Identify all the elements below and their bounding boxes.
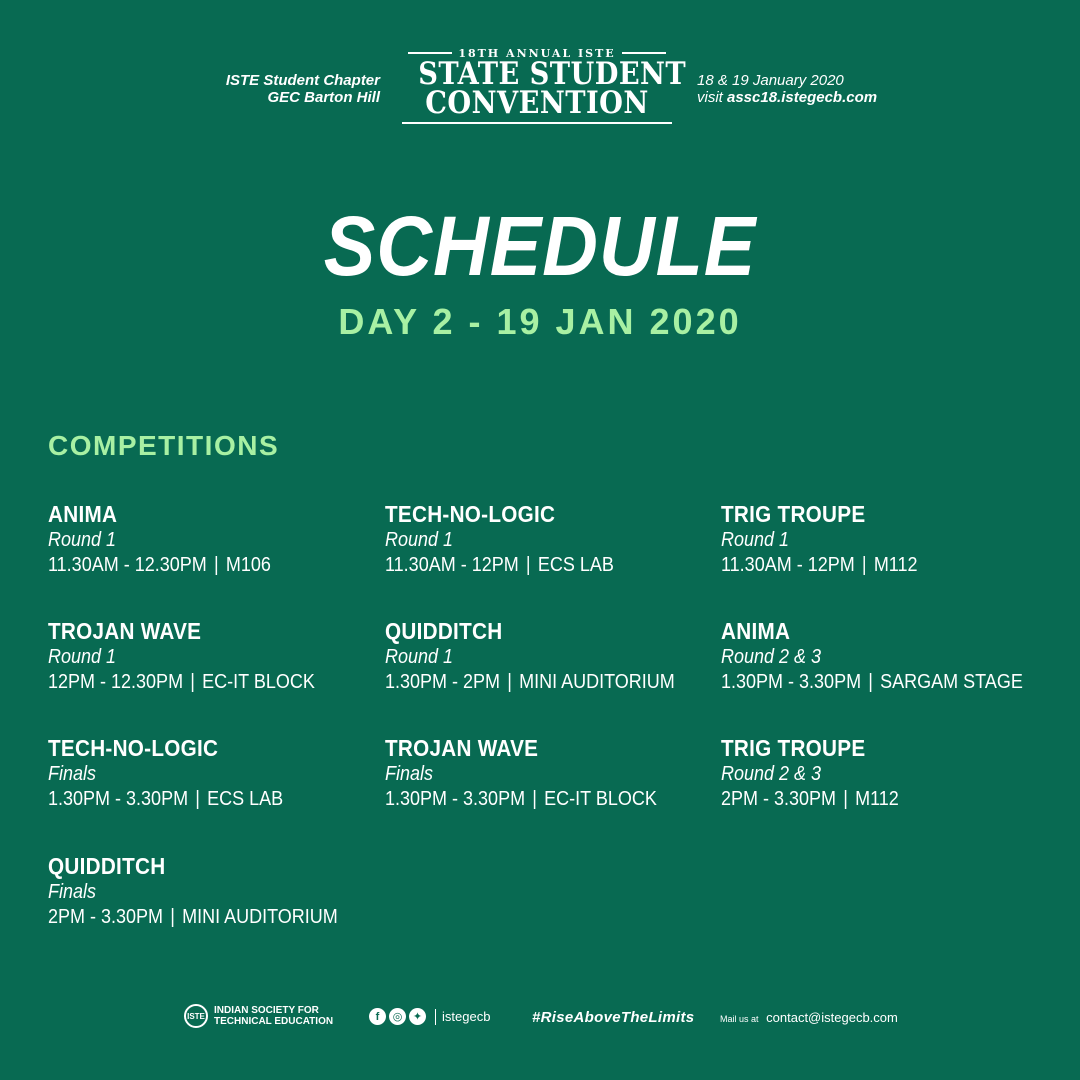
event-time: 1.30PM - 3.30PM	[48, 788, 189, 810]
org-name-line-2: TECHNICAL EDUCATION	[214, 1016, 334, 1027]
event-name: TRIG TROUPE	[721, 735, 866, 761]
event-round: Round 2 & 3	[721, 763, 822, 785]
separator: |	[195, 788, 200, 810]
event-time: 2PM - 3.30PM	[48, 906, 164, 928]
separator: |	[525, 554, 531, 576]
event-item: TECH-NO-LOGIC Finals 1.30PM - 3.30PM | ECS…	[48, 734, 368, 812]
event-round: Round 2 & 3	[721, 646, 822, 668]
event-name: ANIMA	[48, 501, 118, 527]
event-name: QUIDDITCH	[385, 618, 503, 644]
event-name: TRIG TROUPE	[721, 501, 866, 527]
event-round: Round 1	[48, 646, 117, 668]
event-round: Round 1	[48, 529, 117, 551]
separator: |	[843, 788, 848, 810]
divider	[435, 1008, 436, 1025]
day-subtitle: DAY 2 - 19 JAN 2020	[338, 301, 742, 342]
section-heading: COMPETITIONS	[48, 430, 280, 461]
event-name: TROJAN WAVE	[385, 735, 539, 761]
page-title: SCHEDULE	[323, 199, 757, 293]
event-time: 12PM - 12.30PM	[48, 671, 184, 693]
event-time: 11.30AM - 12.30PM	[48, 554, 207, 576]
event-dates: 18 & 19 January 2020	[697, 72, 844, 89]
event-item: TROJAN WAVE Finals 1.30PM - 3.30PM | EC-IT…	[385, 734, 705, 812]
event-venue: MINI AUDITORIUM	[519, 671, 675, 693]
event-round: Round 1	[385, 529, 454, 551]
iste-org: ISTE INDIAN SOCIETY FOR TECHNICAL EDUCAT…	[184, 1004, 333, 1028]
event-venue: ECS LAB	[537, 554, 614, 576]
chapter-name: ISTE Student Chapter	[225, 72, 380, 89]
event-round: Finals	[48, 763, 97, 785]
separator: |	[868, 671, 873, 693]
logo-rule-left	[408, 52, 453, 54]
event-info: 18 & 19 January 2020 visit assc18.istege…	[697, 72, 997, 106]
event-item: TECH-NO-LOGIC Round 1 11.30AM - 12PM | ECS…	[385, 500, 705, 578]
event-name: TROJAN WAVE	[48, 618, 202, 644]
event-venue: M106	[225, 554, 271, 576]
event-item: QUIDDITCH Finals 2PM - 3.30PM | MINI AUDIT…	[48, 852, 368, 930]
iste-logo-icon: ISTE	[184, 1004, 208, 1028]
separator: |	[861, 554, 867, 576]
event-round: Round 1	[385, 646, 454, 668]
event-name: QUIDDITCH	[48, 853, 166, 879]
college-name: GEC Barton Hill	[267, 89, 380, 106]
facebook-icon[interactable]: f	[369, 1008, 386, 1025]
event-name: ANIMA	[721, 618, 791, 644]
logo-line-2: CONVENTION	[425, 85, 649, 121]
event-item: TRIG TROUPE Round 1 11.30AM - 12PM | M112	[721, 500, 1041, 578]
logo-rule-right	[621, 52, 666, 54]
event-time: 1.30PM - 3.30PM	[385, 788, 526, 810]
event-venue: ECS LAB	[207, 788, 284, 810]
event-venue: EC-IT BLOCK	[544, 788, 657, 810]
separator: |	[213, 554, 219, 576]
event-item: ANIMA Round 1 11.30AM - 12.30PM | M106	[48, 500, 368, 578]
social-handle[interactable]: istegecb	[442, 1009, 490, 1024]
chapter-info: ISTE Student Chapter GEC Barton Hill	[120, 72, 380, 106]
event-venue: M112	[855, 788, 899, 810]
contact-mail: Mail us at contact@istegecb.com	[720, 1010, 898, 1025]
event-item: QUIDDITCH Round 1 1.30PM - 2PM | MINI AUDI…	[385, 617, 705, 695]
mail-address[interactable]: contact@istegecb.com	[766, 1010, 898, 1025]
mail-label: Mail us at	[720, 1014, 759, 1024]
website-link[interactable]: assc18.istegecb.com	[727, 89, 877, 106]
event-round: Finals	[48, 881, 97, 903]
event-round: Finals	[385, 763, 434, 785]
separator: |	[507, 671, 512, 693]
event-venue: SARGAM STAGE	[880, 671, 1023, 693]
separator: |	[190, 671, 195, 693]
event-time: 1.30PM - 2PM	[385, 671, 501, 693]
social-links: f ◎ ✦ istegecb	[369, 1008, 490, 1025]
instagram-icon[interactable]: ◎	[389, 1008, 406, 1025]
footer: ISTE INDIAN SOCIETY FOR TECHNICAL EDUCAT…	[0, 1004, 1080, 1034]
org-name-line-1: INDIAN SOCIETY FOR	[214, 1005, 319, 1016]
twitter-icon[interactable]: ✦	[409, 1008, 426, 1025]
separator: |	[170, 906, 175, 928]
event-venue: M112	[873, 554, 918, 576]
event-item: TRIG TROUPE Round 2 & 3 2PM - 3.30PM | M11…	[721, 734, 1041, 812]
event-time: 2PM - 3.30PM	[721, 788, 837, 810]
event-time: 11.30AM - 12PM	[721, 554, 855, 576]
event-venue: EC-IT BLOCK	[202, 671, 315, 693]
event-item: ANIMA Round 2 & 3 1.30PM - 3.30PM | SARGAM…	[721, 617, 1041, 695]
convention-logo: 18TH ANNUAL ISTE STATE STUDENT CONVENTIO…	[402, 46, 686, 124]
event-round: Round 1	[721, 529, 790, 551]
visit-label: visit	[697, 89, 727, 106]
event-venue: MINI AUDITORIUM	[182, 906, 338, 928]
event-name: TECH-NO-LOGIC	[48, 735, 219, 761]
event-time: 11.30AM - 12PM	[385, 554, 519, 576]
separator: |	[532, 788, 537, 810]
hashtag: #RiseAboveTheLimits	[532, 1009, 695, 1026]
event-name: TECH-NO-LOGIC	[385, 501, 556, 527]
logo-rule-bottom	[402, 122, 672, 124]
event-item: TROJAN WAVE Round 1 12PM - 12.30PM | EC-IT…	[48, 617, 368, 695]
event-time: 1.30PM - 3.30PM	[721, 671, 862, 693]
